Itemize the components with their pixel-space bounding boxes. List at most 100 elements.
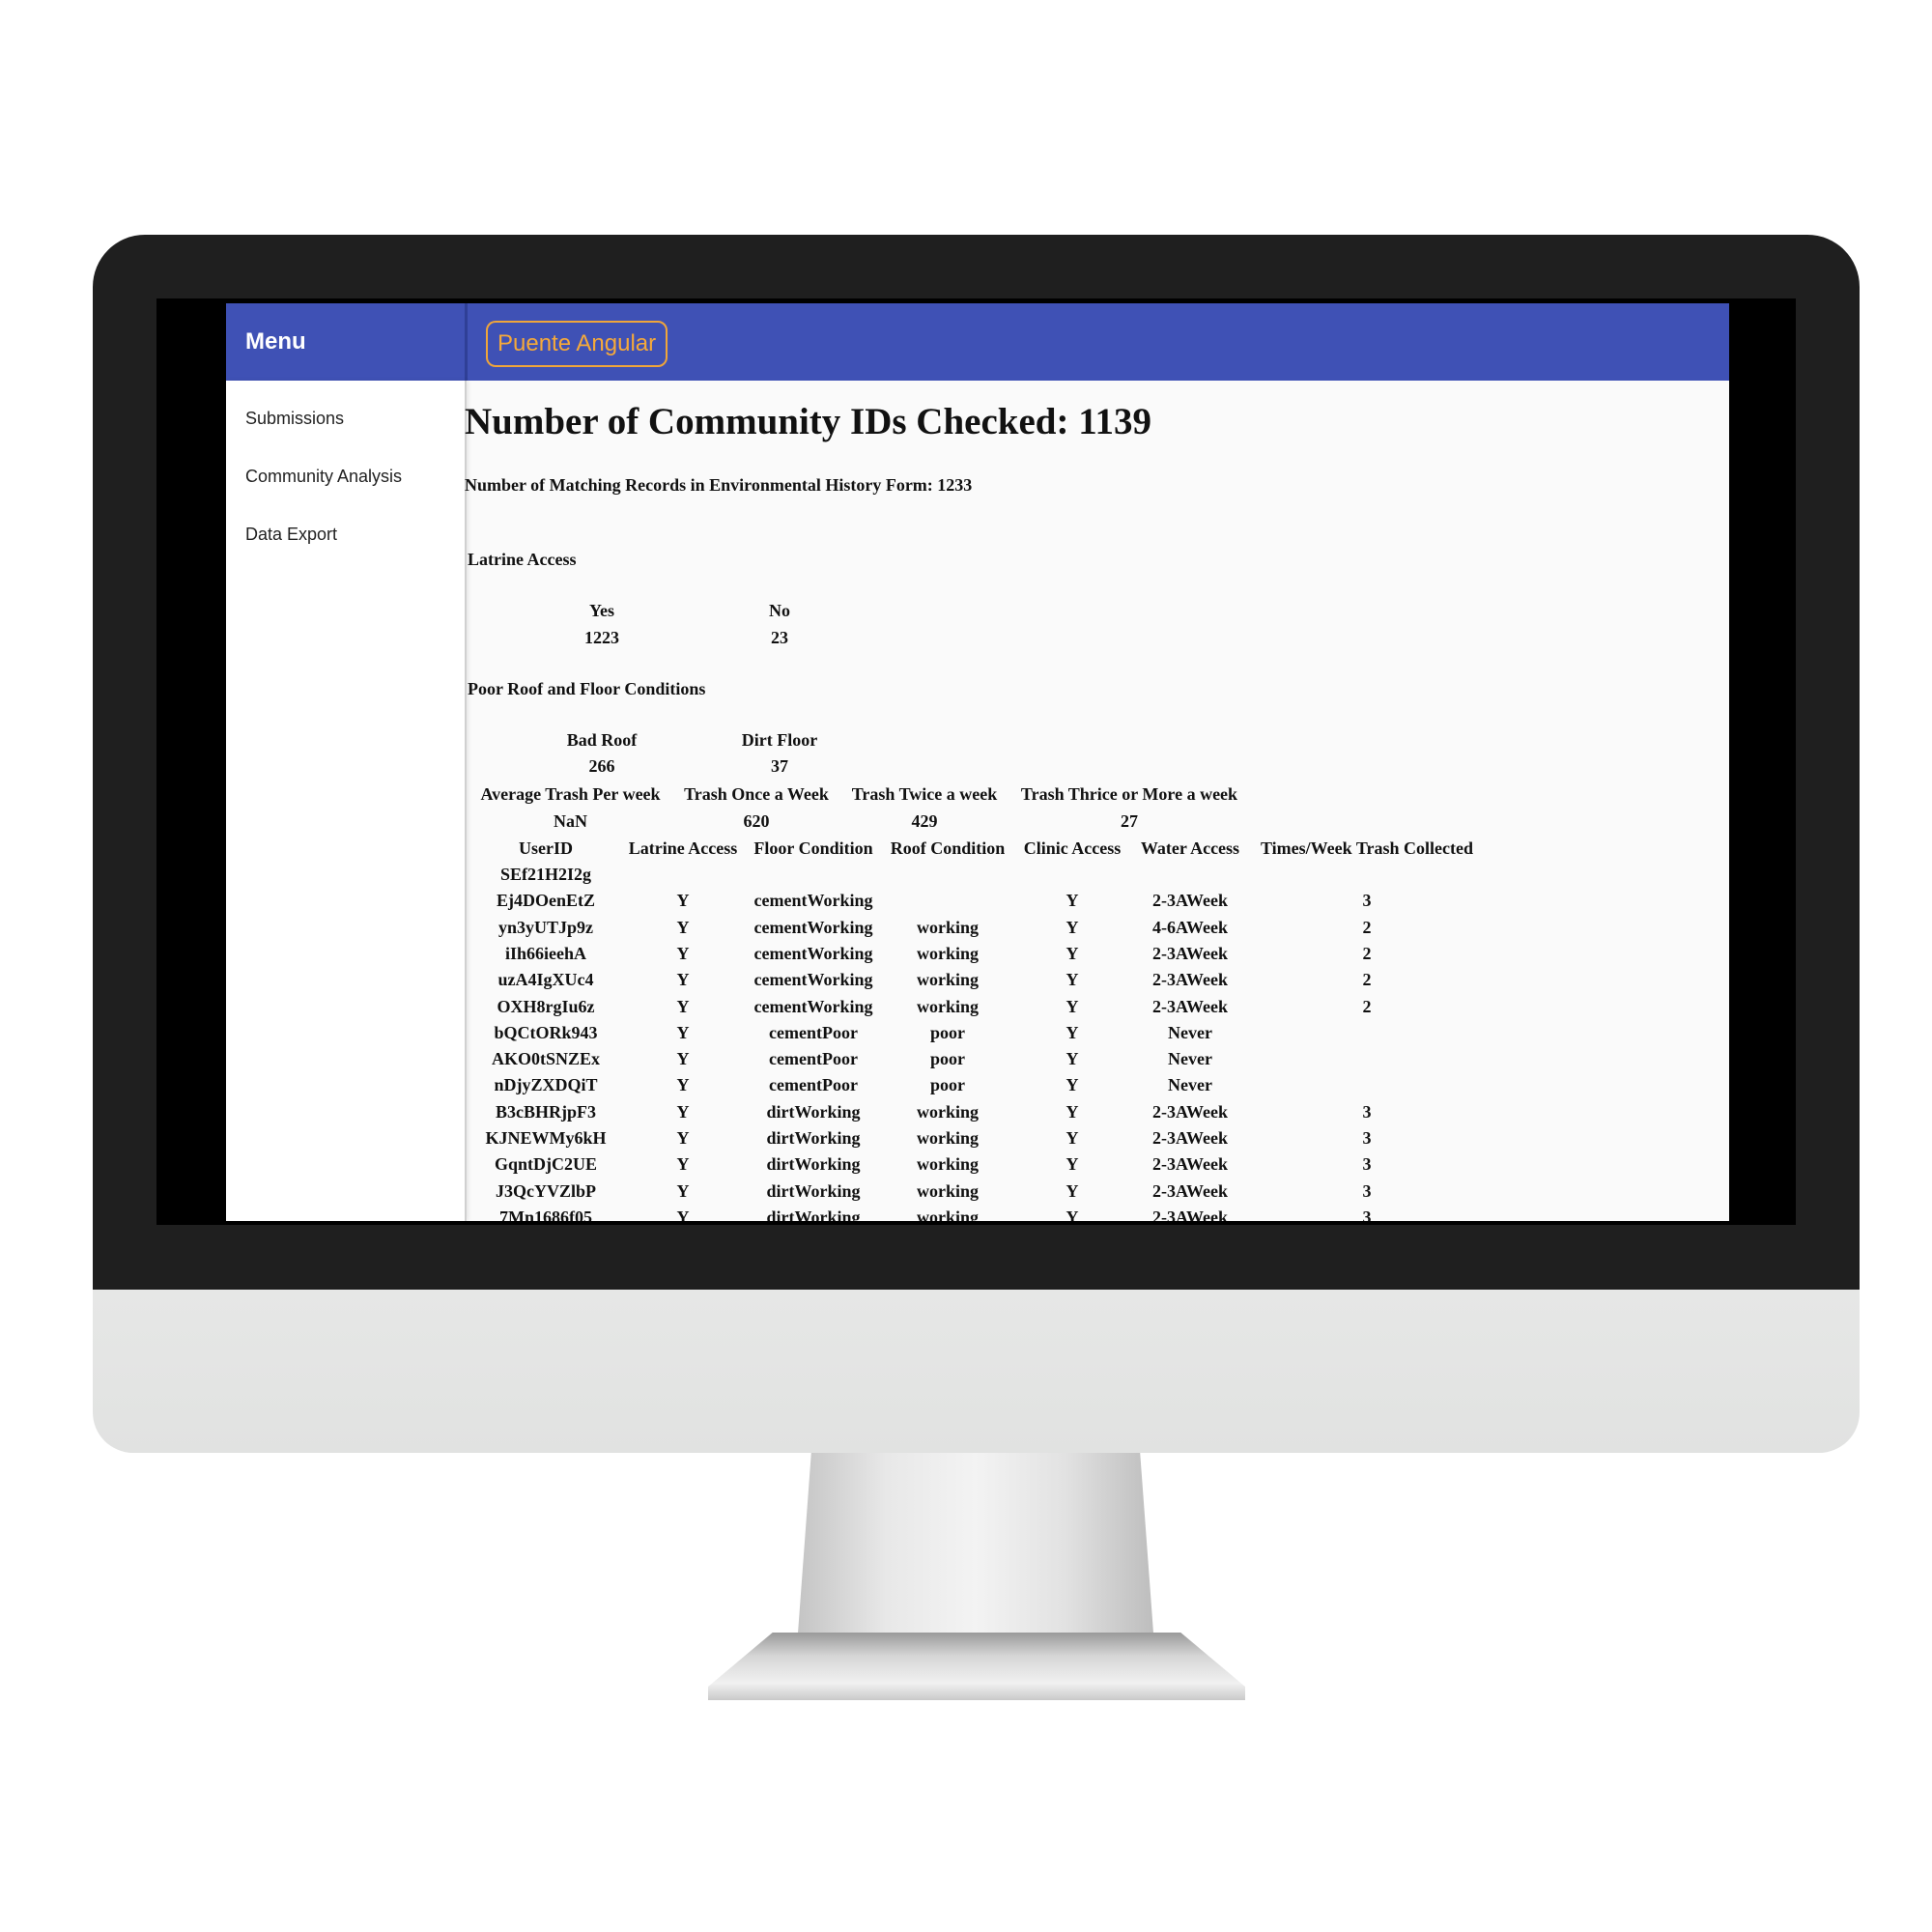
- cell-latrine-access: Y: [676, 1049, 690, 1069]
- cell-water-access: 4-6AWeek: [1152, 917, 1228, 937]
- cell-water-access: 2-3AWeek: [1152, 970, 1228, 990]
- main-content: Number of Community IDs Checked: 1139 Nu…: [465, 381, 1729, 1221]
- records-header-trash-collected: Times/Week Trash Collected: [1261, 838, 1473, 858]
- cell-roof-condition: poor: [930, 1075, 965, 1095]
- cell-userid: KJNEWMy6kH: [485, 1128, 607, 1148]
- cell-userid: B3cBHRjpF3: [495, 1101, 596, 1122]
- records-header-clinic-access: Clinic Access: [1023, 838, 1122, 858]
- sidebar-item-submissions[interactable]: Submissions: [245, 409, 344, 429]
- cell-latrine-access: Y: [676, 1075, 690, 1095]
- cell-roof-condition: working: [916, 970, 979, 990]
- cell-roof-condition: working: [916, 1128, 979, 1148]
- sidebar-item-data-export[interactable]: Data Export: [245, 525, 337, 545]
- sidebar: Submissions Community Analysis Data Expo…: [226, 381, 467, 1221]
- cell-userid: SEf21H2I2g: [499, 865, 592, 884]
- cell-trash-collected: 3: [1362, 1180, 1372, 1201]
- cell-clinic-access: Y: [1065, 891, 1079, 911]
- latrine-no-label: No: [769, 601, 790, 620]
- page-subtitle: Number of Matching Records in Environmen…: [465, 475, 973, 495]
- bad-roof-label: Bad Roof: [566, 730, 638, 750]
- cell-clinic-access: Y: [1065, 996, 1079, 1016]
- records-header-roof-condition: Roof Condition: [890, 838, 1006, 858]
- cell-water-access: 2-3AWeek: [1152, 1128, 1228, 1148]
- cell-trash-collected: 3: [1362, 1128, 1372, 1148]
- cell-water-access: 2-3AWeek: [1152, 1180, 1228, 1201]
- cell-userid: OXH8rgIu6z: [497, 996, 595, 1016]
- cell-roof-condition: working: [916, 917, 979, 937]
- cell-water-access: 2-3AWeek: [1152, 996, 1228, 1016]
- cell-floor-condition: dirtWorking: [766, 1207, 861, 1221]
- cell-floor-condition: cementPoor: [769, 1022, 858, 1042]
- cell-floor-condition: cementWorking: [753, 917, 873, 937]
- trash-header-thrice: Trash Thrice or More a week: [1020, 784, 1238, 804]
- cell-roof-condition: poor: [930, 1049, 965, 1069]
- cell-latrine-access: Y: [676, 1101, 690, 1122]
- cell-clinic-access: Y: [1065, 917, 1079, 937]
- cell-userid: iIh66ieehA: [504, 943, 586, 963]
- cell-floor-condition: cementWorking: [753, 943, 873, 963]
- cell-latrine-access: Y: [676, 970, 690, 990]
- monitor-chin: [93, 1290, 1860, 1453]
- cell-latrine-access: Y: [676, 891, 690, 911]
- cell-water-access: 2-3AWeek: [1152, 1154, 1228, 1175]
- cell-latrine-access: Y: [676, 943, 690, 963]
- cell-userid: uzA4IgXUc4: [497, 970, 594, 990]
- records-header-latrine-access: Latrine Access: [628, 838, 738, 858]
- cell-floor-condition: dirtWorking: [766, 1101, 861, 1122]
- sidebar-item-community-analysis[interactable]: Community Analysis: [245, 467, 402, 487]
- cell-trash-collected: 2: [1362, 996, 1372, 1016]
- page-title: Number of Community IDs Checked: 1139: [465, 401, 1152, 442]
- latrine-heading: Latrine Access: [468, 550, 577, 569]
- dirt-floor-label: Dirt Floor: [741, 730, 818, 750]
- cell-latrine-access: Y: [676, 1180, 690, 1201]
- cell-clinic-access: Y: [1065, 1049, 1079, 1069]
- cell-userid: GqntDjC2UE: [494, 1154, 597, 1175]
- latrine-yes-label: Yes: [589, 601, 614, 620]
- cell-water-access: Never: [1168, 1075, 1212, 1095]
- dirt-floor-value: 37: [771, 756, 788, 776]
- cell-roof-condition: working: [916, 1207, 979, 1221]
- cell-floor-condition: cementWorking: [753, 970, 873, 990]
- cell-clinic-access: Y: [1065, 1154, 1079, 1175]
- brand-button[interactable]: Puente Angular: [486, 321, 668, 367]
- cell-trash-collected: 2: [1362, 917, 1372, 937]
- cell-roof-condition: working: [916, 943, 979, 963]
- cell-clinic-access: Y: [1065, 1075, 1079, 1095]
- cell-latrine-access: Y: [676, 1154, 690, 1175]
- trash-header-average: Average Trash Per week: [480, 784, 661, 804]
- cell-latrine-access: Y: [676, 1128, 690, 1148]
- cell-water-access: 2-3AWeek: [1152, 943, 1228, 963]
- cell-water-access: 2-3AWeek: [1152, 1101, 1228, 1122]
- latrine-no-value: 23: [771, 628, 788, 647]
- records-header-water-access: Water Access: [1140, 838, 1240, 858]
- cell-roof-condition: working: [916, 1154, 979, 1175]
- cell-trash-collected: 3: [1362, 1207, 1372, 1221]
- cell-trash-collected: 2: [1362, 970, 1372, 990]
- header-divider: [465, 303, 468, 381]
- app-header: Menu Puente Angular: [226, 303, 1729, 381]
- cell-floor-condition: cementWorking: [753, 996, 873, 1016]
- cell-trash-collected: 2: [1362, 943, 1372, 963]
- menu-title: Menu: [245, 328, 306, 355]
- cell-trash-collected: 3: [1362, 1154, 1372, 1175]
- cell-water-access: 2-3AWeek: [1152, 891, 1228, 911]
- cell-roof-condition: working: [916, 1101, 979, 1122]
- cell-clinic-access: Y: [1065, 1022, 1079, 1042]
- cell-floor-condition: cementPoor: [769, 1049, 858, 1069]
- cell-latrine-access: Y: [676, 1207, 690, 1221]
- trash-value-average: NaN: [554, 811, 587, 831]
- cell-floor-condition: dirtWorking: [766, 1128, 861, 1148]
- bad-roof-value: 266: [588, 756, 615, 776]
- monitor-stand-neck: [797, 1453, 1154, 1646]
- cell-trash-collected: 3: [1362, 891, 1372, 911]
- trash-header-once: Trash Once a Week: [684, 784, 829, 804]
- cell-userid: Ej4DOenEtZ: [496, 891, 595, 911]
- cell-clinic-access: Y: [1065, 1207, 1079, 1221]
- cell-roof-condition: poor: [930, 1022, 965, 1042]
- cell-trash-collected: 3: [1362, 1101, 1372, 1122]
- cell-userid: AKO0tSNZEx: [491, 1049, 601, 1069]
- cell-floor-condition: dirtWorking: [766, 1180, 861, 1201]
- latrine-yes-value: 1223: [584, 628, 619, 647]
- conditions-heading: Poor Roof and Floor Conditions: [468, 679, 706, 698]
- trash-value-once: 620: [743, 811, 770, 831]
